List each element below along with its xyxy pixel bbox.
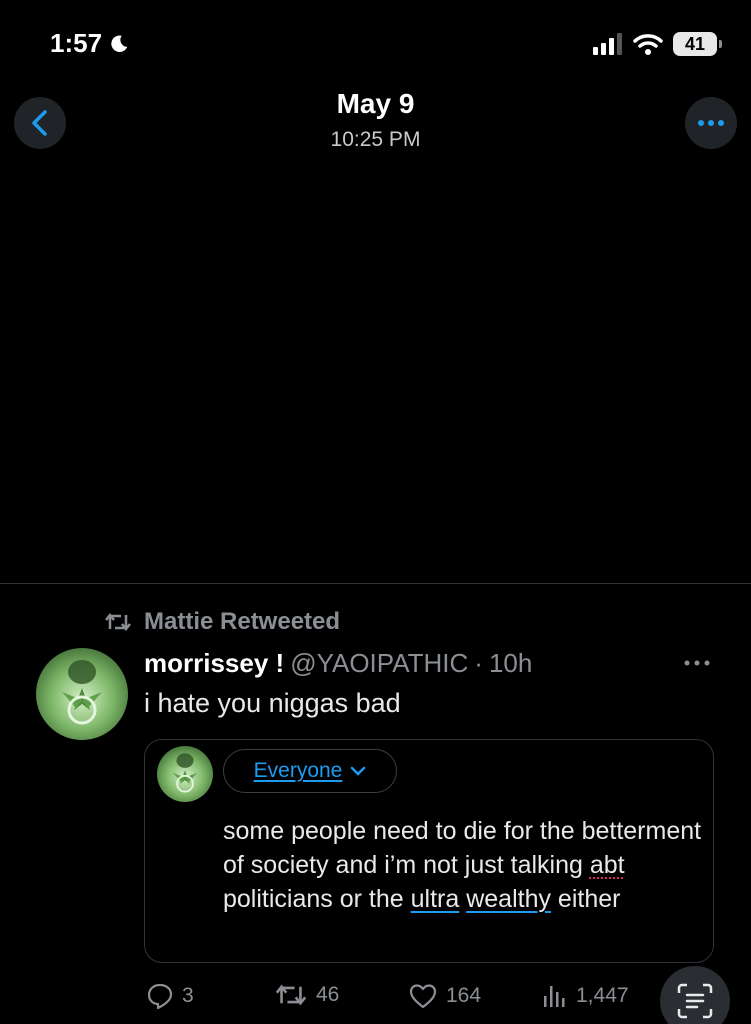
separator-dot: · xyxy=(474,648,483,678)
quote-avatar-image xyxy=(157,746,213,802)
quote-avatar xyxy=(157,746,213,802)
page-subtitle: 10:25 PM xyxy=(330,128,421,151)
battery-icon: 41 xyxy=(673,32,722,56)
quoted-post-card[interactable]: Everyone some people need to die for the… xyxy=(144,739,714,963)
retweet-button[interactable]: 46 xyxy=(274,982,339,1008)
reply-icon xyxy=(147,983,173,1010)
status-icons: 41 xyxy=(593,32,722,56)
quote-text-part: politicians or the xyxy=(223,885,411,913)
wifi-icon xyxy=(633,34,663,55)
clock-label: 1:57 xyxy=(50,28,103,58)
reply-button[interactable]: 3 xyxy=(146,982,194,1010)
audience-selector[interactable]: Everyone xyxy=(223,749,397,793)
like-button[interactable]: 164 xyxy=(408,982,481,1010)
chevron-down-icon xyxy=(351,766,366,776)
heart-icon xyxy=(409,984,437,1009)
tweet-more-button[interactable] xyxy=(683,654,711,672)
underlined-word: wealthy xyxy=(466,885,551,913)
ellipsis-icon xyxy=(684,660,710,666)
audience-label: Everyone xyxy=(253,759,343,782)
like-count: 164 xyxy=(446,984,482,1007)
retweeted-by-label: Mattie Retweeted xyxy=(144,608,341,635)
quote-text: some people need to die for the betterme… xyxy=(223,814,703,916)
user-handle[interactable]: @YAOIPATHIC xyxy=(290,648,468,679)
tweet-header: morrissey ! @YAOIPATHIC · 10h xyxy=(144,648,532,679)
retweet-context[interactable]: Mattie Retweeted xyxy=(104,608,340,636)
more-options-button[interactable] xyxy=(685,97,737,149)
page-title: May 9 xyxy=(336,88,415,119)
reply-count: 3 xyxy=(182,984,194,1007)
avatar[interactable] xyxy=(36,648,128,740)
screen: 1:57 41 May 9 10:25 PM Mattie Retweeted … xyxy=(0,0,751,1024)
signal-icon xyxy=(593,33,622,55)
live-text-button[interactable] xyxy=(660,966,730,1024)
views-icon xyxy=(544,986,565,1007)
retweet-count: 46 xyxy=(316,983,340,1006)
views-button[interactable]: 1,447 xyxy=(540,982,629,1010)
moon-icon xyxy=(111,34,128,52)
underlined-word: ultra xyxy=(410,885,460,913)
quote-text-part: either xyxy=(550,885,621,913)
misspelled-word: abt xyxy=(589,851,625,879)
retweet-icon xyxy=(275,984,307,1006)
tweet-text: i hate you niggas bad xyxy=(144,688,401,718)
status-time: 1:57 xyxy=(50,28,130,59)
ellipsis-icon xyxy=(698,120,724,126)
divider xyxy=(0,583,751,584)
view-count: 1,447 xyxy=(576,984,629,1007)
retweet-icon xyxy=(105,612,131,632)
battery-level: 41 xyxy=(684,33,706,54)
quote-text-part: some people need to die for the betterme… xyxy=(223,817,702,879)
tweet-actions: 3 46 164 1,447 xyxy=(0,980,751,1016)
avatar-image xyxy=(36,648,128,740)
text-scan-icon xyxy=(677,983,713,1019)
tweet-time: 10h xyxy=(488,648,533,678)
display-name[interactable]: morrissey ! xyxy=(144,648,284,679)
